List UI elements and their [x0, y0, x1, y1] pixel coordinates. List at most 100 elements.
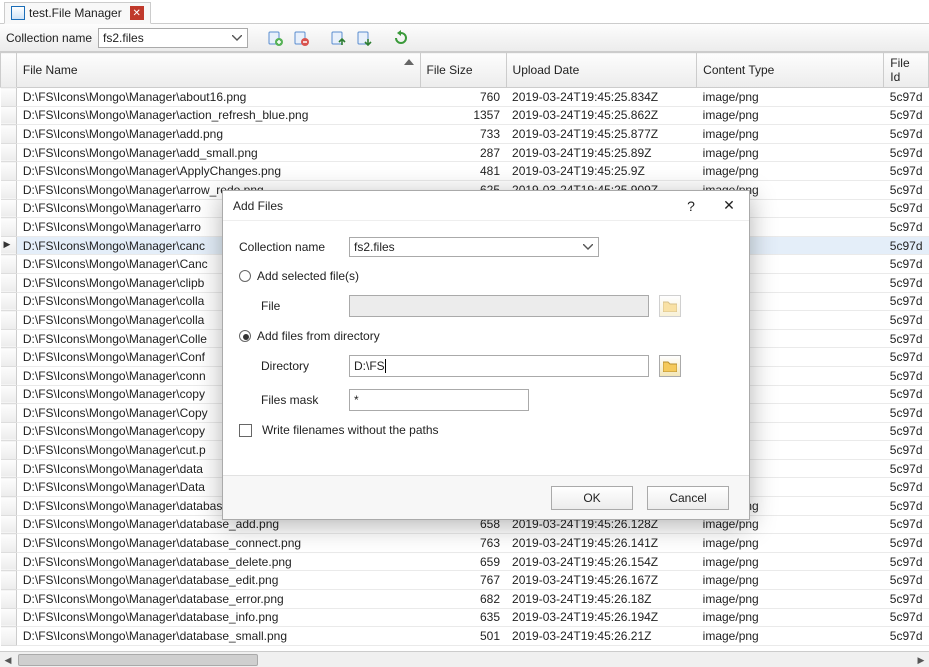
cell-file-id: 5c97d: [884, 422, 929, 441]
close-dialog-icon[interactable]: ✕: [719, 197, 739, 214]
help-icon[interactable]: ?: [681, 198, 701, 214]
row-indicator: [1, 329, 17, 348]
dlg-collection-dropdown[interactable]: fs2.files: [349, 237, 599, 257]
directory-input[interactable]: D:\FS: [349, 355, 649, 377]
col-upload-date[interactable]: Upload Date: [506, 53, 697, 88]
refresh-button[interactable]: [391, 28, 411, 48]
row-indicator: [1, 459, 17, 478]
row-indicator: [1, 552, 17, 571]
cell-file-id: 5c97d: [884, 441, 929, 460]
table-row[interactable]: D:\FS\Icons\Mongo\Manager\about16.png760…: [1, 88, 929, 107]
cell-filesize: 287: [420, 143, 506, 162]
refresh-icon: [393, 30, 409, 46]
cell-file-id: 5c97d: [884, 478, 929, 497]
cell-filesize: 682: [420, 590, 506, 609]
cell-filesize: 481: [420, 162, 506, 181]
scrollbar-thumb[interactable]: [18, 654, 258, 666]
browse-file-button: [659, 295, 681, 317]
table-row[interactable]: D:\FS\Icons\Mongo\Manager\database_small…: [1, 627, 929, 646]
row-indicator: [1, 515, 17, 534]
table-row[interactable]: D:\FS\Icons\Mongo\Manager\add.png7332019…: [1, 125, 929, 144]
row-indicator: [1, 366, 17, 385]
cell-file-id: 5c97d: [884, 236, 929, 255]
close-icon[interactable]: ✕: [130, 6, 144, 20]
mask-input[interactable]: *: [349, 389, 529, 411]
row-indicator: [1, 106, 17, 125]
cell-file-id: 5c97d: [884, 218, 929, 237]
cell-file-id: 5c97d: [884, 366, 929, 385]
cell-content-type: image/png: [697, 125, 884, 144]
cell-content-type: image/png: [697, 162, 884, 181]
collection-value: fs2.files: [103, 31, 144, 45]
cell-filesize: 1357: [420, 106, 506, 125]
cell-file-id: 5c97d: [884, 571, 929, 590]
row-header-corner: [1, 53, 17, 88]
folder-icon: [663, 360, 677, 372]
table-row[interactable]: D:\FS\Icons\Mongo\Manager\database_conne…: [1, 534, 929, 553]
cell-file-id: 5c97d: [884, 348, 929, 367]
cell-filename: D:\FS\Icons\Mongo\Manager\database_conne…: [16, 534, 420, 553]
col-content-type[interactable]: Content Type: [697, 53, 884, 88]
add-file-icon: [267, 30, 283, 46]
row-indicator: [1, 125, 17, 144]
add-file-button[interactable]: [265, 28, 285, 48]
row-indicator: [1, 218, 17, 237]
cell-upload-date: 2019-03-24T19:45:26.141Z: [506, 534, 697, 553]
table-row[interactable]: D:\FS\Icons\Mongo\Manager\database_info.…: [1, 608, 929, 627]
table-row[interactable]: D:\FS\Icons\Mongo\Manager\add_small.png2…: [1, 143, 929, 162]
scroll-left-icon[interactable]: ◀: [0, 652, 16, 667]
horizontal-scrollbar[interactable]: ◀ ▶: [0, 651, 929, 667]
ok-button[interactable]: OK: [551, 486, 633, 510]
dialog-body: Collection name fs2.files Add selected f…: [223, 221, 749, 475]
table-row[interactable]: D:\FS\Icons\Mongo\Manager\database_delet…: [1, 552, 929, 571]
remove-file-button[interactable]: [291, 28, 311, 48]
table-row[interactable]: D:\FS\Icons\Mongo\Manager\action_refresh…: [1, 106, 929, 125]
directory-label: Directory: [261, 359, 339, 373]
cell-upload-date: 2019-03-24T19:45:25.9Z: [506, 162, 697, 181]
cell-content-type: image/png: [697, 571, 884, 590]
collection-name-label: Collection name: [6, 31, 92, 45]
row-indicator: [1, 143, 17, 162]
cell-filesize: 767: [420, 571, 506, 590]
collection-dropdown[interactable]: fs2.files: [98, 28, 248, 48]
scroll-right-icon[interactable]: ▶: [913, 652, 929, 667]
chevron-down-icon[interactable]: [229, 31, 245, 45]
dlg-collection-label: Collection name: [239, 240, 339, 254]
cell-filename: D:\FS\Icons\Mongo\Manager\database_small…: [16, 627, 420, 646]
cell-file-id: 5c97d: [884, 329, 929, 348]
row-indicator: [1, 162, 17, 181]
cell-filename: D:\FS\Icons\Mongo\Manager\database_info.…: [16, 608, 420, 627]
toolbar: Collection name fs2.files: [0, 24, 929, 52]
tab-file-manager[interactable]: test.File Manager ✕: [4, 2, 151, 24]
chevron-down-icon[interactable]: [580, 240, 596, 254]
cell-file-id: 5c97d: [884, 459, 929, 478]
add-files-dialog: Add Files ? ✕ Collection name fs2.files …: [222, 190, 750, 520]
download-button[interactable]: [354, 28, 374, 48]
row-indicator: [1, 571, 17, 590]
col-file-id[interactable]: File Id: [884, 53, 929, 88]
col-filesize[interactable]: File Size: [420, 53, 506, 88]
cell-upload-date: 2019-03-24T19:45:25.877Z: [506, 125, 697, 144]
mask-label: Files mask: [261, 393, 339, 407]
cell-filesize: 659: [420, 552, 506, 571]
cell-filename: D:\FS\Icons\Mongo\Manager\add_small.png: [16, 143, 420, 162]
radio-add-from-dir[interactable]: [239, 330, 251, 342]
cancel-button[interactable]: Cancel: [647, 486, 729, 510]
cell-upload-date: 2019-03-24T19:45:26.194Z: [506, 608, 697, 627]
row-indicator: [1, 497, 17, 516]
folder-icon: [663, 300, 677, 312]
upload-button[interactable]: [328, 28, 348, 48]
tab-title: test.File Manager: [29, 6, 122, 20]
sort-asc-icon: [404, 59, 414, 65]
cell-content-type: image/png: [697, 590, 884, 609]
table-row[interactable]: D:\FS\Icons\Mongo\Manager\database_edit.…: [1, 571, 929, 590]
write-without-paths-checkbox[interactable]: [239, 424, 252, 437]
table-row[interactable]: D:\FS\Icons\Mongo\Manager\database_error…: [1, 590, 929, 609]
table-row[interactable]: D:\FS\Icons\Mongo\Manager\ApplyChanges.p…: [1, 162, 929, 181]
file-label: File: [261, 299, 339, 313]
col-filename[interactable]: File Name: [16, 53, 420, 88]
radio-add-selected[interactable]: [239, 270, 251, 282]
row-indicator: [1, 255, 17, 274]
row-indicator: [1, 422, 17, 441]
browse-directory-button[interactable]: [659, 355, 681, 377]
